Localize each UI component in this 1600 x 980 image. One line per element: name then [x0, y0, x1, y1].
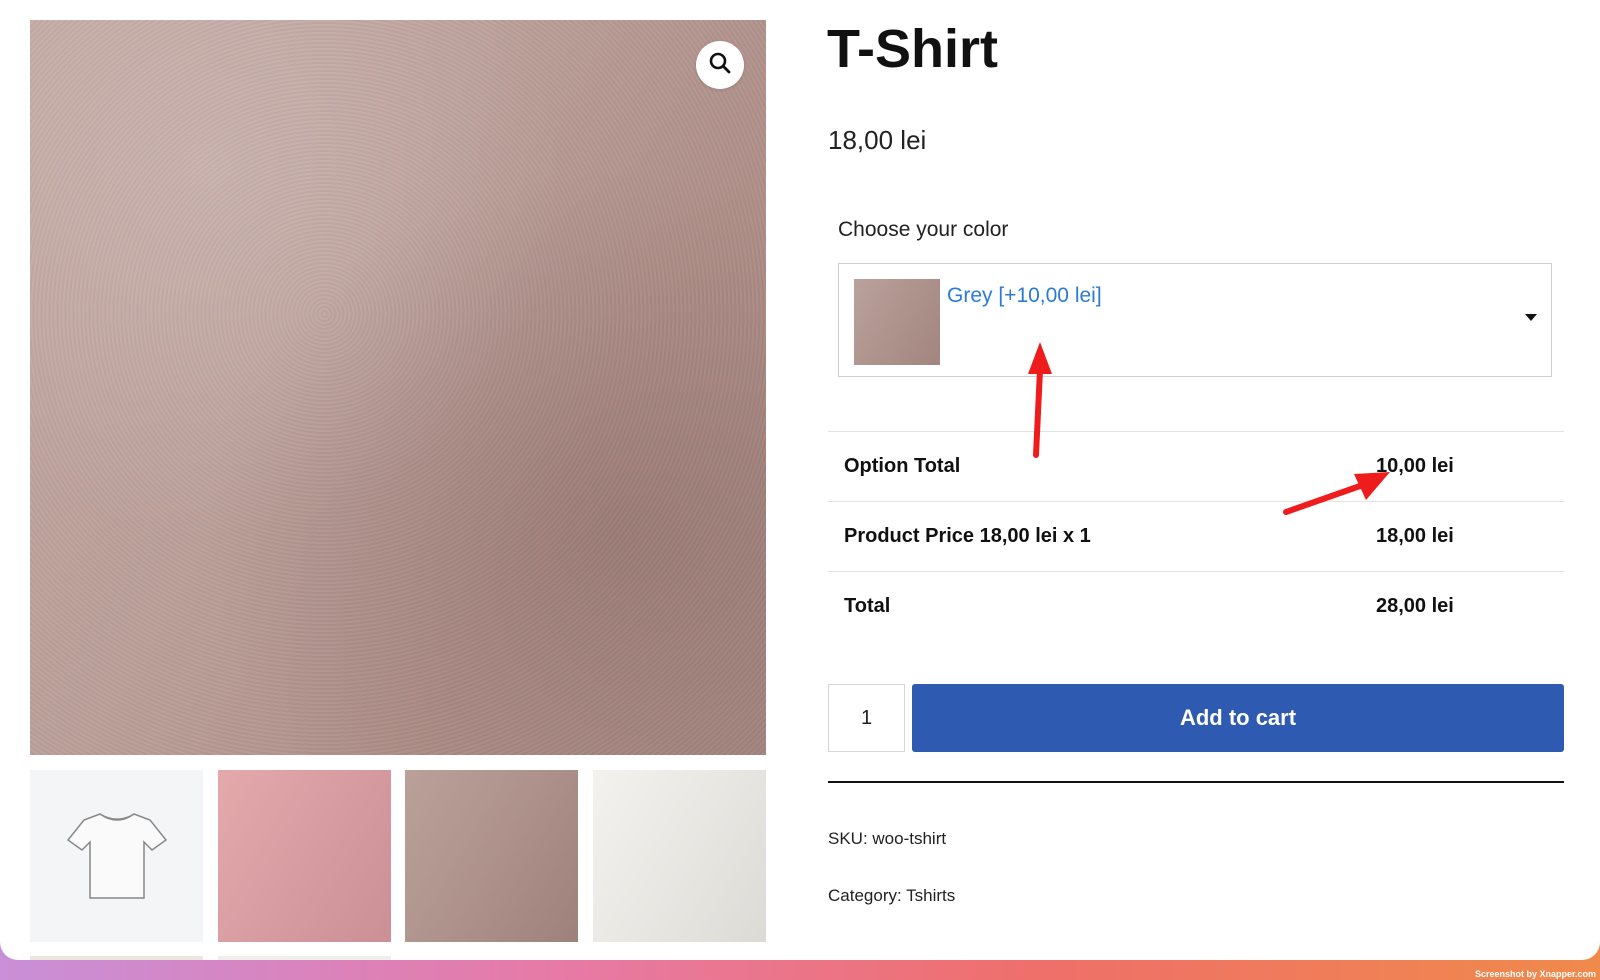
option-total-value: 10,00 lei	[1376, 455, 1454, 477]
color-swatch	[854, 279, 940, 365]
product-price-value: 18,00 lei	[1376, 525, 1454, 547]
thumbnail-tshirt-outline[interactable]	[30, 770, 203, 942]
screenshot-credit: Screenshot by Xnapper.com	[1474, 969, 1596, 979]
total-value: 28,00 lei	[1376, 595, 1454, 617]
thumbnail-grey[interactable]	[405, 770, 578, 942]
selected-color-value: Grey [+10,00 lei]	[947, 284, 1102, 307]
caret-down-icon[interactable]	[1525, 314, 1537, 321]
color-select[interactable]: Grey [+10,00 lei]	[838, 263, 1552, 377]
product-price: 18,00 lei	[828, 125, 927, 155]
divider	[828, 781, 1564, 783]
table-row: Option Total 10,00 lei	[828, 431, 1564, 501]
search-icon	[708, 51, 732, 80]
add-to-cart-button[interactable]: Add to cart	[912, 684, 1564, 752]
price-summary-table: Option Total 10,00 lei Product Price 18,…	[828, 431, 1564, 641]
table-row: Total 28,00 lei	[828, 571, 1564, 641]
product-category: Category: Tshirts	[828, 886, 956, 905]
product-page: T-Shirt 18,00 lei Choose your color Grey…	[0, 0, 1600, 960]
product-title: T-Shirt	[827, 19, 998, 79]
quantity-input[interactable]	[828, 684, 905, 752]
product-price-label: Product Price 18,00 lei x 1	[844, 525, 1091, 547]
main-product-image[interactable]	[30, 20, 766, 755]
table-row: Product Price 18,00 lei x 1 18,00 lei	[828, 501, 1564, 571]
thumbnail-next-row	[218, 956, 391, 960]
product-sku: SKU: woo-tshirt	[828, 829, 947, 848]
thumbnail-gallery	[30, 770, 766, 960]
option-total-label: Option Total	[844, 455, 961, 477]
thumbnail-pink[interactable]	[218, 770, 391, 942]
total-label: Total	[844, 595, 891, 617]
color-option-label: Choose your color	[838, 218, 1009, 241]
zoom-button[interactable]	[696, 41, 744, 89]
thumbnail-next-row	[30, 956, 203, 960]
thumbnail-white[interactable]	[593, 770, 766, 942]
